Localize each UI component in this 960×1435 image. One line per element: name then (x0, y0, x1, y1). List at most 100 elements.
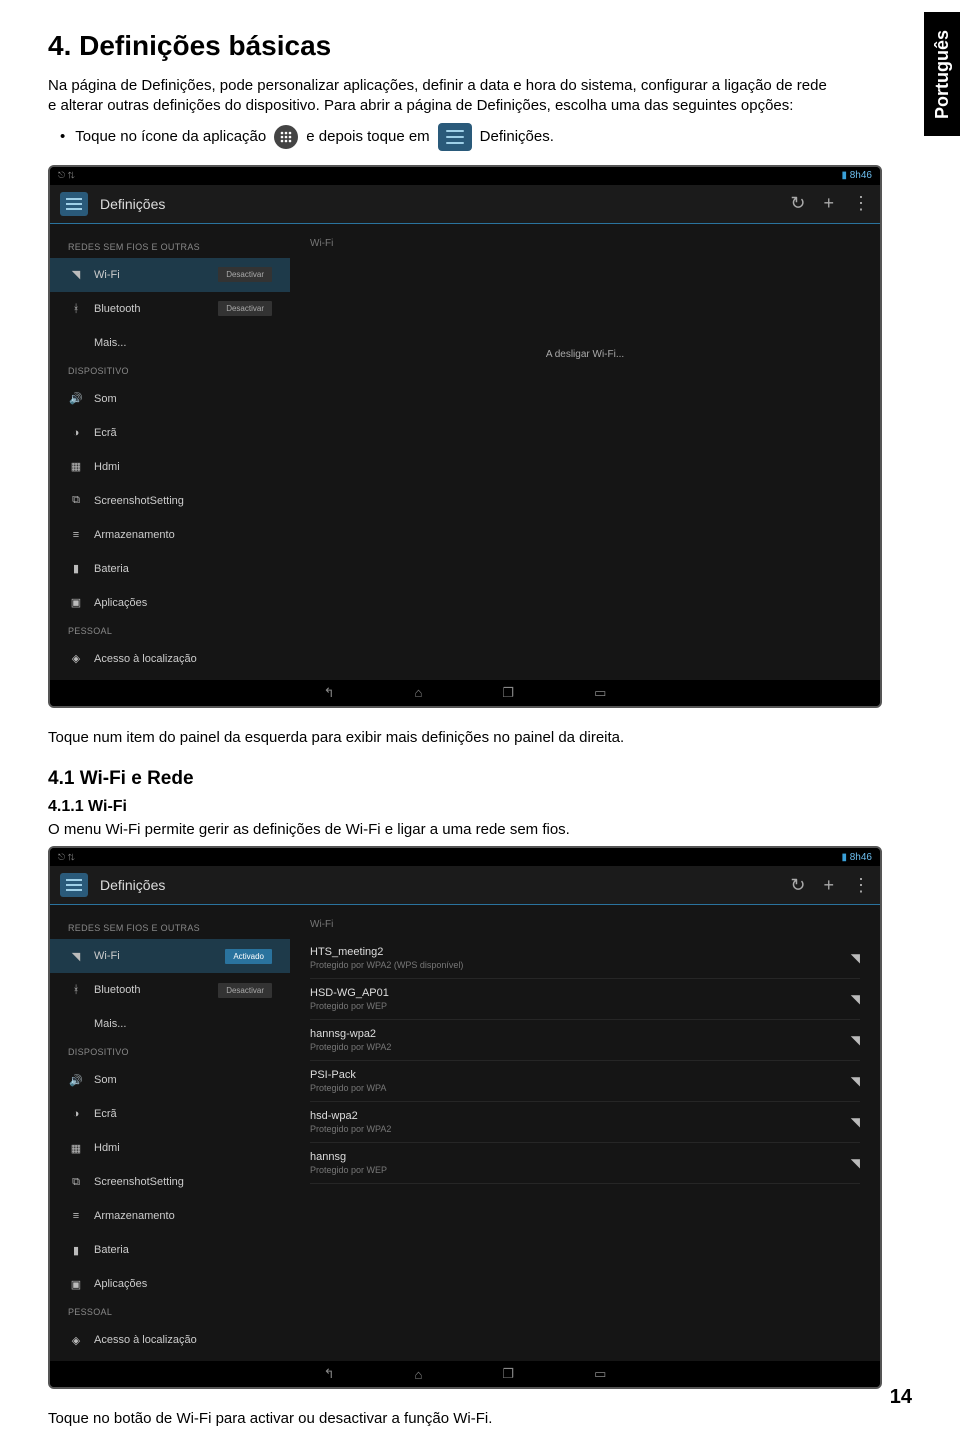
row-label: Ecrã (94, 427, 117, 439)
sidebar-item-armaz[interactable]: ≡Armazenamento (50, 1199, 290, 1233)
wifi-signal-icon: ◥ (851, 951, 860, 965)
app-bar: Definições ↻ + ⋮ (50, 866, 880, 905)
settings-appbar-icon[interactable] (60, 192, 88, 216)
overflow-icon[interactable]: ⋮ (852, 193, 870, 214)
row-label: Mais... (94, 337, 126, 349)
hdmi-icon: ▦ (68, 1140, 84, 1156)
sidebar-item-som[interactable]: 🔊Som (50, 382, 290, 416)
sidebar-item-screenshot[interactable]: ⧉ ScreenshotSetting (50, 484, 290, 518)
blank-icon (68, 1016, 84, 1032)
screenshot-settings-wifi-on: ⎋ ⇅ ▮ 8h46 Definições ↻ + ⋮ REDES SEM FI… (48, 846, 882, 1389)
nav-back-icon[interactable]: ↰ (324, 1366, 335, 1382)
sidebar-item-hdmi[interactable]: ▦Hdmi (50, 1131, 290, 1165)
nav-recents-icon[interactable]: ❐ (502, 1366, 514, 1382)
sidebar-item-som[interactable]: 🔊Som (50, 1063, 290, 1097)
nav-home-icon[interactable]: ⌂ (415, 685, 423, 700)
section-header-redes: REDES SEM FIOS E OUTRAS (50, 917, 290, 939)
page-number: 14 (890, 1386, 912, 1409)
sidebar-item-screenshot[interactable]: ⧉ScreenshotSetting (50, 1165, 290, 1199)
network-sub: Protegido por WEP (310, 1001, 851, 1011)
sidebar-item-bluetooth[interactable]: ᚼ Bluetooth Desactivar (50, 292, 290, 326)
row-label: ScreenshotSetting (94, 495, 184, 507)
wifi-toggle-off[interactable]: Desactivar (218, 267, 272, 282)
wifi-toggle-on[interactable]: Activado (225, 949, 272, 964)
sidebar-item-bateria[interactable]: ▮Bateria (50, 1233, 290, 1267)
network-sub: Protegido por WPA2 (310, 1042, 851, 1052)
status-left-icon: ⎋ ⇅ (58, 852, 75, 863)
settings-appbar-icon[interactable] (60, 873, 88, 897)
row-label: Wi-Fi (94, 950, 120, 962)
sidebar-item-wifi[interactable]: ◥ Wi-Fi Activado (50, 939, 290, 973)
heading-main: 4. Definições básicas (48, 30, 912, 62)
sound-icon: 🔊 (68, 1072, 84, 1088)
settings-sidebar: REDES SEM FIOS E OUTRAS ◥ Wi-Fi Desactiv… (50, 224, 290, 680)
nav-back-icon[interactable]: ↰ (324, 685, 335, 701)
network-sub: Protegido por WPA2 (310, 1124, 851, 1134)
row-label: Bluetooth (94, 984, 140, 996)
network-sub: Protegido por WEP (310, 1165, 851, 1175)
network-name: hannsg-wpa2 (310, 1028, 851, 1040)
row-label: Bluetooth (94, 303, 140, 315)
sidebar-item-bluetooth[interactable]: ᚼ Bluetooth Desactivar (50, 973, 290, 1007)
bluetooth-toggle-off[interactable]: Desactivar (218, 301, 272, 316)
sidebar-item-bateria[interactable]: ▮Bateria (50, 552, 290, 586)
add-icon[interactable]: + (823, 193, 834, 214)
sidebar-item-ecra[interactable]: ◑Ecrã (50, 416, 290, 450)
overflow-icon[interactable]: ⋮ (852, 875, 870, 896)
wifi-network-list: HTS_meeting2Protegido por WPA2 (WPS disp… (310, 938, 860, 1184)
sidebar-item-acesso[interactable]: ◈Acesso à localização (50, 1323, 290, 1357)
sidebar-item-hdmi[interactable]: ▦Hdmi (50, 450, 290, 484)
sidebar-item-ecra[interactable]: ◑Ecrã (50, 1097, 290, 1131)
network-name: hsd-wpa2 (310, 1110, 851, 1122)
sidebar-item-armaz[interactable]: ≡Armazenamento (50, 518, 290, 552)
sidebar-item-mais[interactable]: Mais... (50, 1007, 290, 1041)
wifi-network-item[interactable]: hsd-wpa2Protegido por WPA2◥ (310, 1102, 860, 1143)
appbar-title: Definições (100, 196, 772, 212)
nav-bar: ↰ ⌂ ❐ ▭ (50, 1361, 880, 1387)
bluetooth-toggle-off[interactable]: Desactivar (218, 983, 272, 998)
settings-sidebar: REDES SEM FIOS E OUTRAS ◥ Wi-Fi Activado… (50, 905, 290, 1361)
row-label: Bateria (94, 563, 129, 575)
network-name: PSI-Pack (310, 1069, 851, 1081)
network-name: HSD-WG_AP01 (310, 987, 851, 999)
section-header-dispositivo: DISPOSITIVO (50, 1041, 290, 1063)
settings-content: Wi-Fi A desligar Wi-Fi... (290, 224, 880, 680)
nav-screenshot-icon[interactable]: ▭ (594, 1366, 606, 1382)
status-bar: ⎋ ⇅ ▮ 8h46 (50, 167, 880, 185)
nav-screenshot-icon[interactable]: ▭ (594, 685, 606, 701)
wifi-network-item[interactable]: hannsgProtegido por WEP◥ (310, 1143, 860, 1184)
screenshot-icon: ⧉ (68, 493, 84, 509)
caption-after-screenshot-1: Toque num item do painel da esquerda par… (48, 728, 828, 748)
storage-icon: ≡ (68, 527, 84, 543)
wifi-network-item[interactable]: hannsg-wpa2Protegido por WPA2◥ (310, 1020, 860, 1061)
section-header-pessoal: PESSOAL (50, 1301, 290, 1323)
row-label: Acesso à localização (94, 1334, 197, 1346)
wifi-network-item[interactable]: HSD-WG_AP01 Protegido por WEP◥ (310, 979, 860, 1020)
refresh-icon[interactable]: ↻ (790, 193, 805, 214)
sidebar-item-apps[interactable]: ▣Aplicações (50, 586, 290, 620)
sidebar-item-mais[interactable]: Mais... (50, 326, 290, 360)
wifi-network-item[interactable]: HTS_meeting2Protegido por WPA2 (WPS disp… (310, 938, 860, 979)
refresh-icon[interactable]: ↻ (790, 875, 805, 896)
bullet-text-3: Definições. (480, 128, 554, 145)
app-bar: Definições ↻ + ⋮ (50, 185, 880, 224)
sidebar-item-acesso[interactable]: ◈Acesso à localização (50, 642, 290, 676)
wifi-icon: ◥ (68, 948, 84, 964)
bullet-text-1: Toque no ícone da aplicação (60, 128, 266, 145)
sound-icon: 🔊 (68, 391, 84, 407)
screenshot-settings-wifi-off: ⎋ ⇅ ▮ 8h46 Definições ↻ + ⋮ REDES SEM FI… (48, 165, 882, 708)
language-tab: Português (924, 12, 960, 136)
section-header-pessoal: PESSOAL (50, 620, 290, 642)
row-label: Ecrã (94, 1108, 117, 1120)
wifi-signal-icon: ◥ (851, 992, 860, 1006)
row-label: Aplicações (94, 1278, 147, 1290)
add-icon[interactable]: + (823, 875, 834, 896)
section-header-redes: REDES SEM FIOS E OUTRAS (50, 236, 290, 258)
battery-icon: ▮ (68, 1242, 84, 1258)
wifi-network-item[interactable]: PSI-PackProtegido por WPA◥ (310, 1061, 860, 1102)
para-4-1-1: O menu Wi-Fi permite gerir as definições… (48, 820, 828, 840)
nav-recents-icon[interactable]: ❐ (502, 685, 514, 701)
sidebar-item-apps[interactable]: ▣Aplicações (50, 1267, 290, 1301)
nav-home-icon[interactable]: ⌂ (415, 1367, 423, 1382)
sidebar-item-wifi[interactable]: ◥ Wi-Fi Desactivar (50, 258, 290, 292)
